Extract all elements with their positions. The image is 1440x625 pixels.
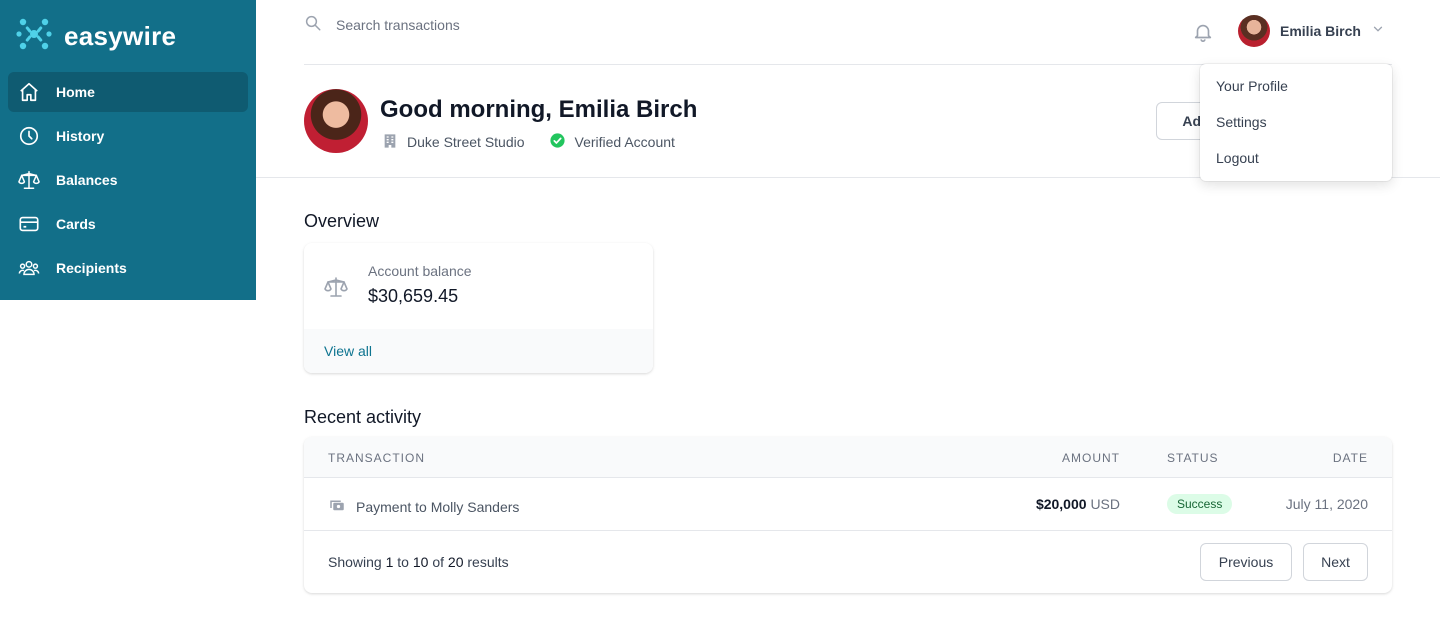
amount-value: $20,000 [1035,496,1087,512]
pagination-summary: Showing 1 to 10 of 20 results [328,554,509,570]
user-name: Emilia Birch [1280,23,1361,39]
logo-icon [16,16,52,57]
pagination: Showing 1 to 10 of 20 results Previous N… [304,531,1392,593]
credit-card-icon [18,213,40,235]
summary-to: 10 [412,554,429,570]
date-cell: July 11, 2020 [1285,496,1368,512]
transaction-cell[interactable]: Payment to Molly Sanders [328,496,519,517]
balance-value: $30,659.45 [368,286,459,306]
next-button[interactable]: Next [1303,543,1368,581]
sidebar-item-label: Recipients [56,260,127,276]
menu-item-logout[interactable]: Logout [1200,140,1392,176]
sidebar-item-label: Balances [56,172,118,188]
search-input[interactable]: Search transactions [336,17,460,33]
overview-title: Overview [304,211,380,231]
amount-cell: $20,000 USD [1036,496,1120,512]
activity-table: TRANSACTION AMOUNT STATUS DATE Payment t… [304,437,1392,593]
view-all-link[interactable]: View all [324,343,372,359]
summary-suffix: results [467,554,509,570]
cash-icon [328,496,346,517]
sidebar-item-cards[interactable]: Cards [8,204,248,244]
account-balance-card: Account balance $30,659.45 View all [304,243,653,373]
scale-icon [324,275,348,304]
avatar [304,89,368,153]
scale-icon [18,169,40,191]
column-date: DATE [1332,451,1368,465]
clock-icon [18,125,40,147]
check-circle-icon [549,132,566,152]
sidebar-nav: Home History Balances Cards Recipients [8,72,248,292]
company-info: Duke Street Studio [382,133,525,152]
sidebar: easywire Home History Balances Cards Rec… [0,0,256,300]
home-icon [18,81,40,103]
summary-from: 1 [385,554,394,570]
company-name: Duke Street Studio [407,134,525,150]
brand-name: easywire [64,21,177,51]
search-box[interactable]: Search transactions [304,14,460,36]
account-meta: Duke Street Studio Verified Account [382,132,675,152]
summary-of-word: of [432,554,445,570]
transaction-name: Payment to Molly Sanders [356,498,520,515]
menu-item-settings[interactable]: Settings [1200,104,1392,140]
sidebar-item-recipients[interactable]: Recipients [8,248,248,288]
user-menu-button[interactable]: Emilia Birch [1238,15,1385,47]
table-row[interactable]: Payment to Molly Sanders $20,000 USD Suc… [304,478,1392,531]
avatar [1238,15,1270,47]
sidebar-item-history[interactable]: History [8,116,248,156]
user-group-icon [18,257,40,279]
menu-item-your-profile[interactable]: Your Profile [1200,68,1392,104]
user-dropdown-menu: Your Profile Settings Logout [1200,64,1392,181]
page-title: Good morning, Emilia Birch [380,96,698,123]
summary-to-word: to [397,554,409,570]
search-icon [304,14,322,37]
column-status: STATUS [1167,451,1219,465]
sidebar-item-balances[interactable]: Balances [8,160,248,200]
verified-label: Verified Account [574,134,675,150]
card-label: Account balance [368,263,472,279]
status-badge: Success [1167,494,1233,514]
verified-status: Verified Account [549,132,675,152]
sidebar-item-label: Home [56,84,95,100]
brand-logo[interactable]: easywire [16,16,176,57]
recent-activity-title: Recent activity [304,407,422,427]
table-header: TRANSACTION AMOUNT STATUS DATE [304,437,1392,478]
chevron-down-icon [1371,22,1385,41]
bell-icon[interactable] [1192,21,1214,48]
amount-currency: USD [1090,496,1120,512]
column-amount: AMOUNT [1062,451,1120,465]
sidebar-item-home[interactable]: Home [8,72,248,112]
card-footer: View all [304,329,653,373]
sidebar-item-label: History [56,128,105,144]
column-transaction: TRANSACTION [328,451,426,465]
summary-total: 20 [447,554,464,570]
building-icon [382,133,398,152]
summary-prefix: Showing [328,554,382,570]
sidebar-item-label: Cards [56,216,96,232]
topbar: Search transactions Emilia Birch [304,0,1392,65]
previous-button[interactable]: Previous [1200,543,1292,581]
